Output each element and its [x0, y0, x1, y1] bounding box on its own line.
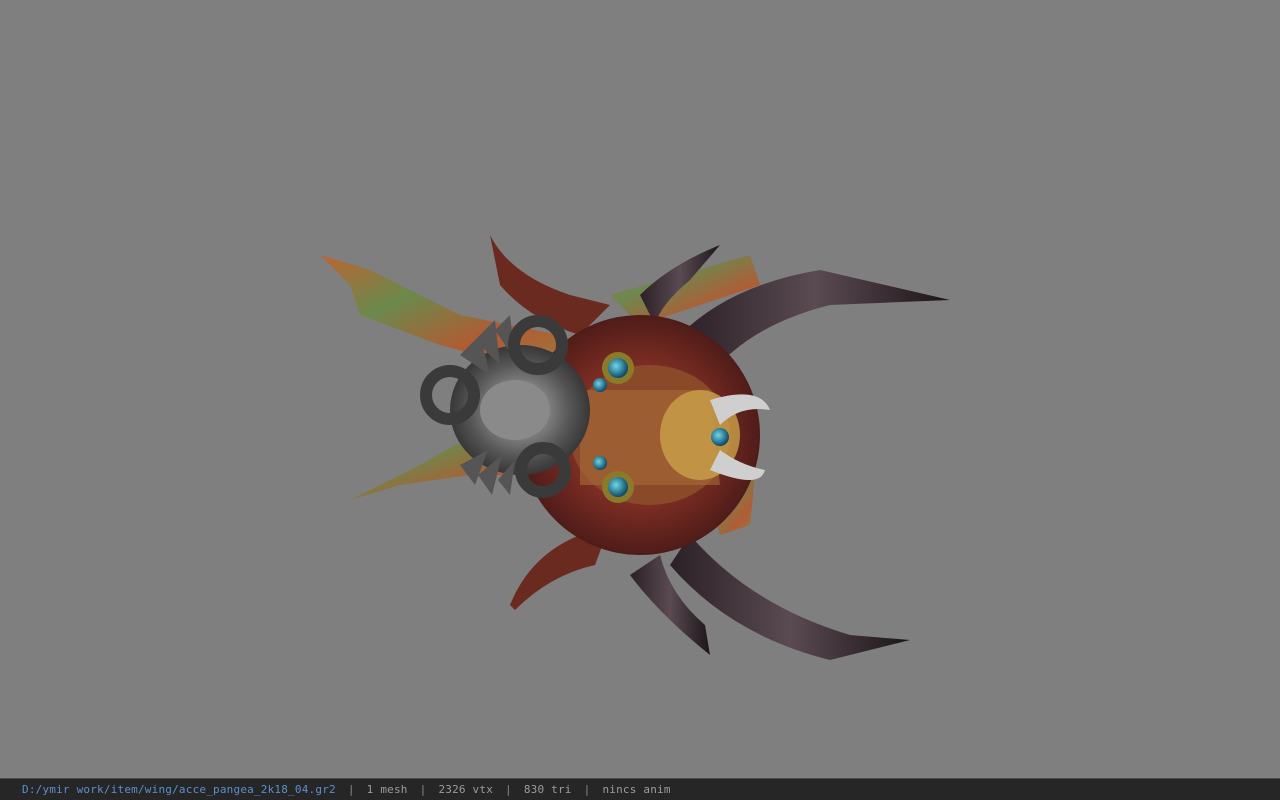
- 3d-viewport[interactable]: [0, 0, 1280, 778]
- mesh-count-label: 1 mesh: [366, 783, 408, 796]
- status-bar: D:/ymir work/item/wing/acce_pangea_2k18_…: [0, 778, 1280, 800]
- file-path-label: D:/ymir work/item/wing/acce_pangea_2k18_…: [22, 783, 336, 796]
- separator: |: [347, 783, 355, 796]
- separator: |: [419, 783, 427, 796]
- separator: |: [583, 783, 591, 796]
- triangle-count-label: 830 tri: [523, 783, 572, 796]
- animation-status-label: nincs anim: [602, 783, 671, 796]
- vertex-count-label: 2326 vtx: [438, 783, 494, 796]
- separator: |: [505, 783, 512, 796]
- wing-model-render: [320, 235, 950, 660]
